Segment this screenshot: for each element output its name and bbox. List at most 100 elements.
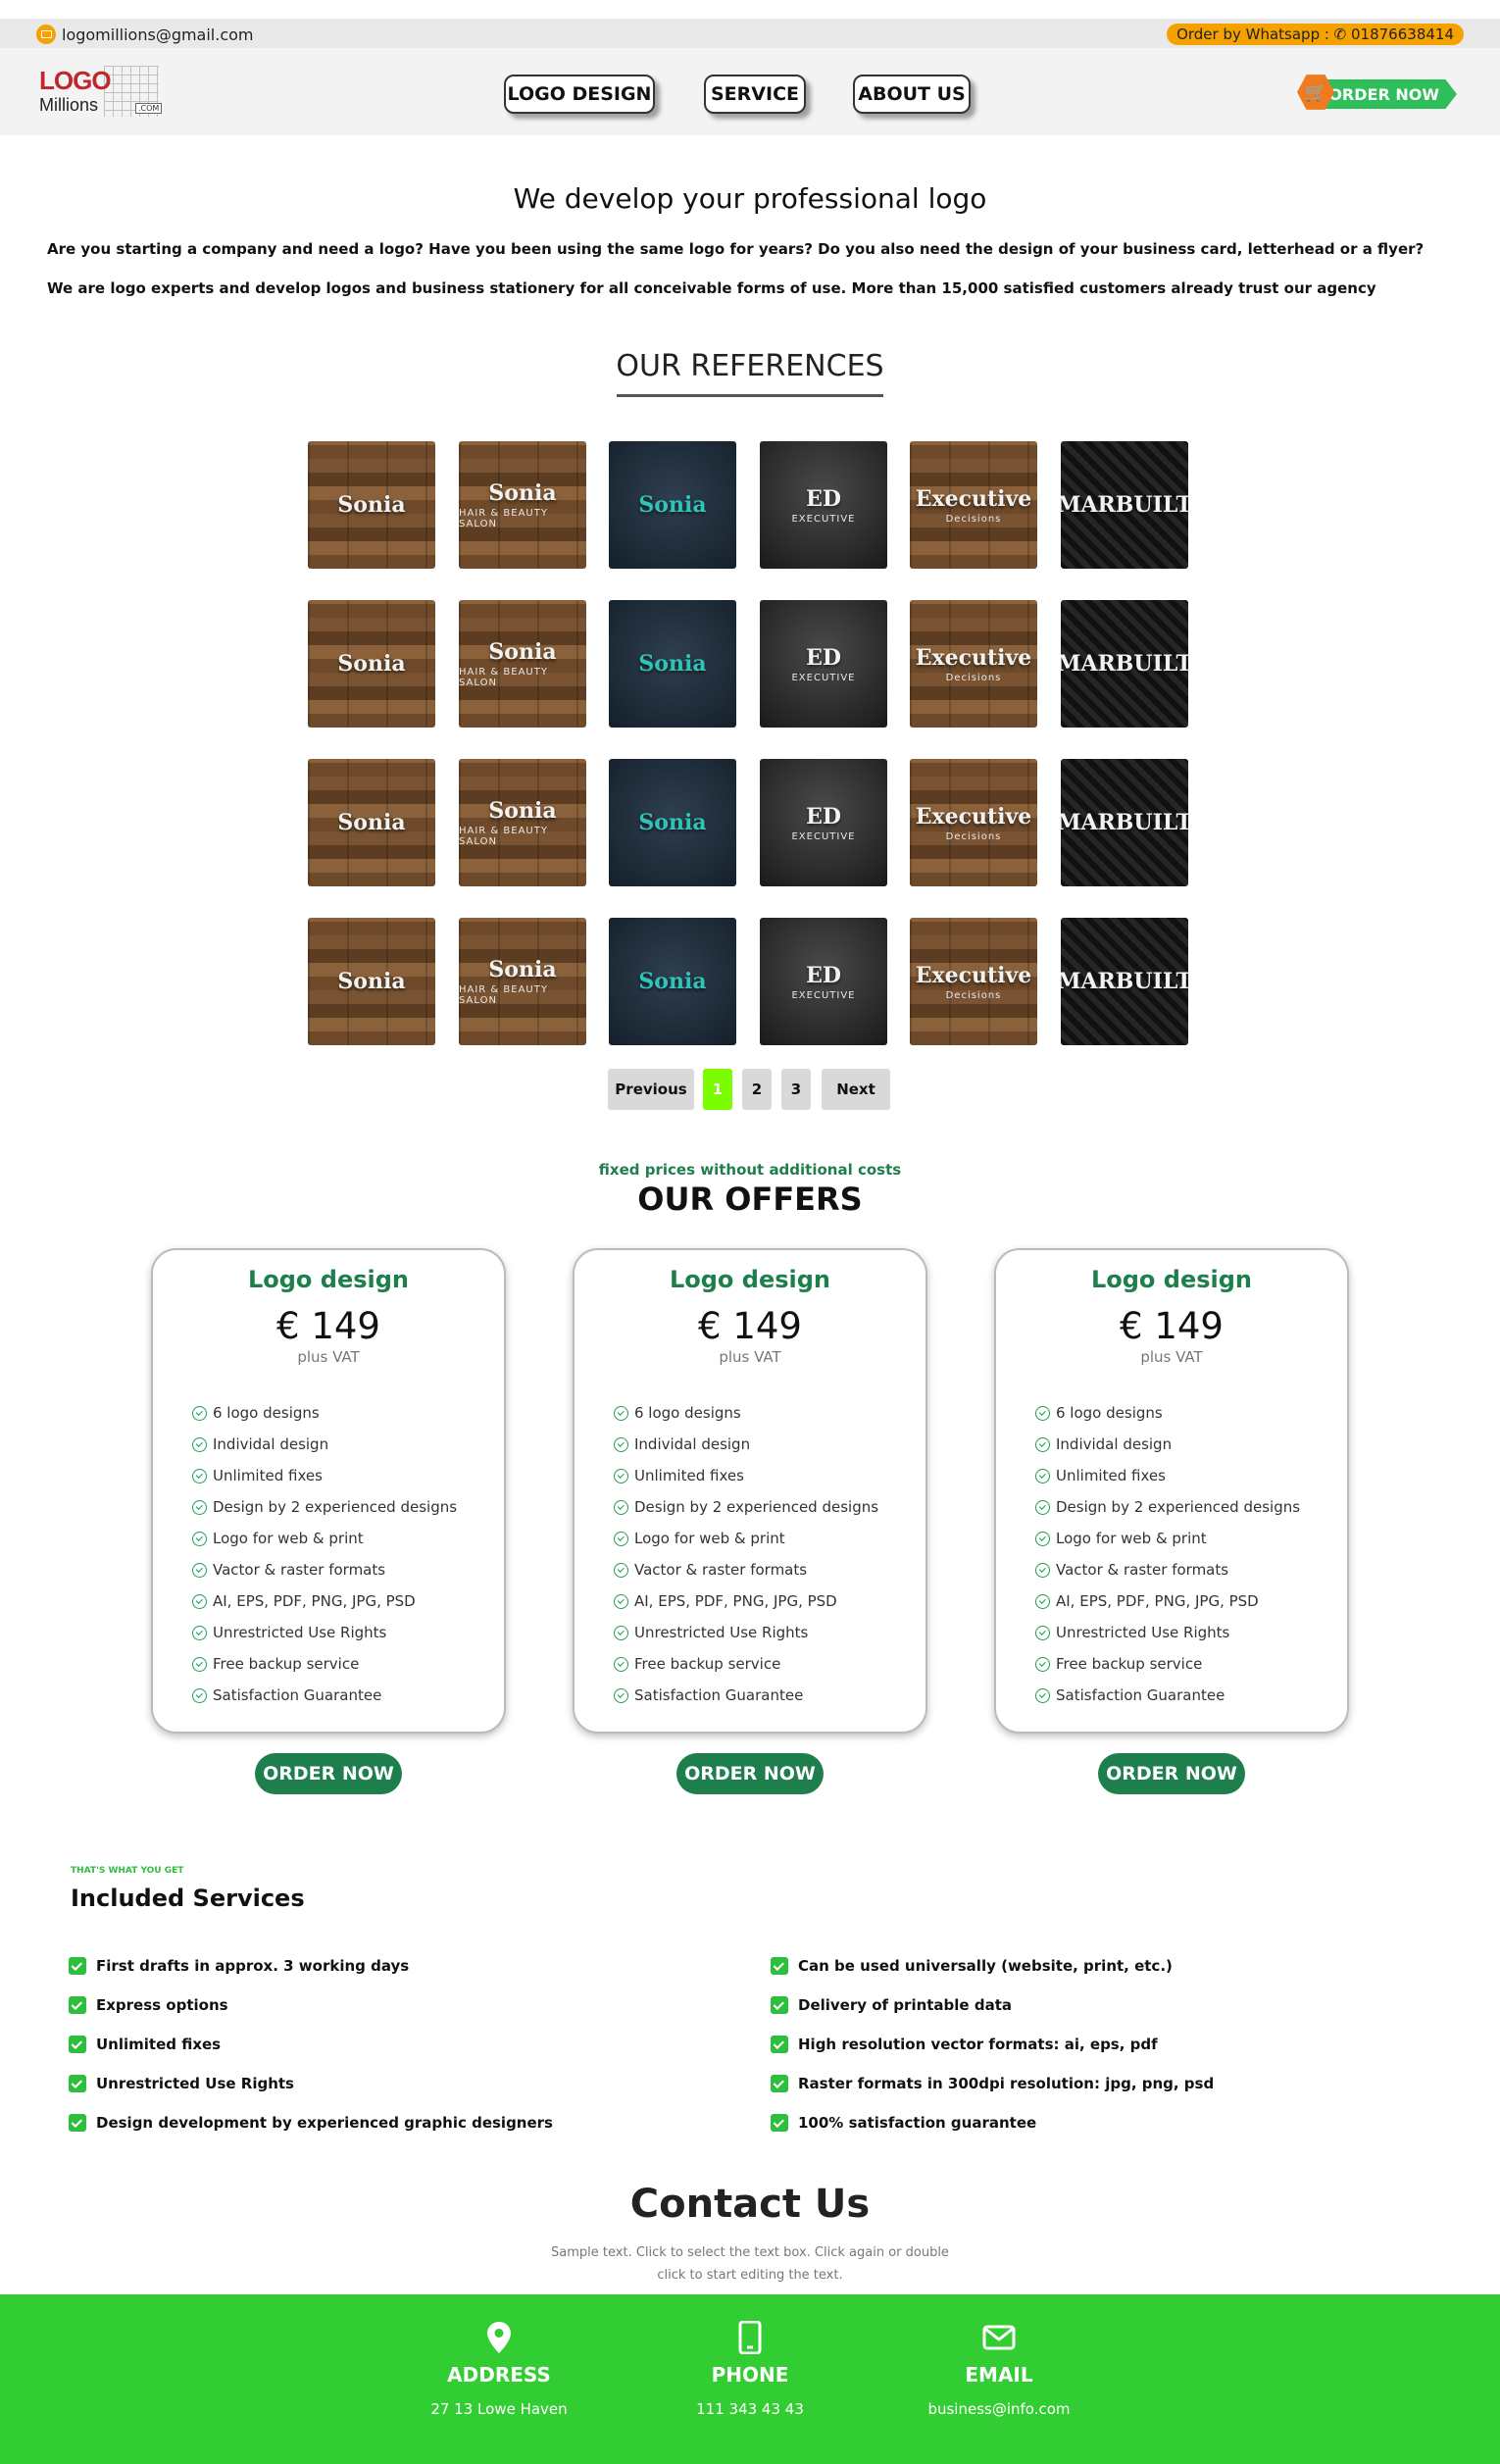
offer-feature-text: Vactor & raster formats: [634, 1561, 808, 1579]
offer-feature: Design by 2 experienced designs: [614, 1491, 878, 1523]
reference-thumbnail[interactable]: MARBUILT: [1061, 600, 1188, 728]
nav-logo-design[interactable]: LOGO DESIGN: [504, 75, 655, 114]
offer-feature-text: Unlimited fixes: [1056, 1467, 1166, 1484]
reference-logo-mark: Sonia: [488, 480, 557, 506]
offer-feature: Design by 2 experienced designs: [1035, 1491, 1300, 1523]
reference-thumbnail[interactable]: Sonia HAIR & BEAUTY SALON: [459, 918, 586, 1045]
check-circle-icon: [192, 1499, 207, 1515]
check-circle-icon: [614, 1593, 628, 1609]
reference-thumbnail[interactable]: Sonia: [609, 441, 736, 569]
offer-feature: Satisfaction Guarantee: [192, 1680, 457, 1711]
pager-previous[interactable]: Previous: [608, 1069, 694, 1110]
check-circle-icon: [614, 1468, 628, 1483]
footer-phone-value[interactable]: 111 343 43 43: [623, 2400, 877, 2418]
offer-vat-note: plus VAT: [1140, 1348, 1203, 1366]
offer-feature-text: Logo for web & print: [213, 1530, 364, 1547]
site-logo[interactable]: LOGO Millions .COM: [39, 66, 163, 121]
offer-vat-note: plus VAT: [297, 1348, 360, 1366]
phone-icon: [623, 2318, 877, 2357]
reference-logo-mark: Executive: [915, 644, 1032, 671]
reference-thumbnail[interactable]: Sonia HAIR & BEAUTY SALON: [459, 600, 586, 728]
pager-page-2[interactable]: 2: [742, 1069, 772, 1110]
whatsapp-order-badge[interactable]: Order by Whatsapp : ✆ 01876638414: [1167, 24, 1464, 45]
contact-subtext: Sample text. Click to select the text bo…: [551, 2245, 949, 2283]
reference-thumbnail[interactable]: ED EXECUTIVE: [760, 918, 887, 1045]
footer-email-value[interactable]: business@info.com: [872, 2400, 1126, 2418]
offer-order-now-button[interactable]: ORDER NOW: [1098, 1753, 1245, 1794]
checkbox-checked-icon: [69, 2114, 86, 2132]
checkbox-checked-icon: [69, 2036, 86, 2053]
offer-feature-text: AI, EPS, PDF, PNG, JPG, PSD: [1056, 1592, 1259, 1610]
reference-thumbnail[interactable]: MARBUILT: [1061, 918, 1188, 1045]
reference-thumbnail[interactable]: ED EXECUTIVE: [760, 759, 887, 886]
check-circle-icon: [614, 1531, 628, 1546]
service-item-text: Unlimited fixes: [96, 2036, 222, 2053]
pager-page-1[interactable]: 1: [703, 1069, 732, 1110]
offer-feature-text: 6 logo designs: [634, 1404, 741, 1422]
checkbox-checked-icon: [771, 2036, 788, 2053]
reference-thumbnail[interactable]: ED EXECUTIVE: [760, 441, 887, 569]
check-circle-icon: [192, 1593, 207, 1609]
offer-feature-text: Satisfaction Guarantee: [634, 1686, 804, 1704]
reference-thumbnail[interactable]: Sonia: [308, 600, 435, 728]
service-item-text: Can be used universally (website, print,…: [798, 1957, 1173, 1975]
offer-order-now-button[interactable]: ORDER NOW: [676, 1753, 824, 1794]
reference-thumbnail[interactable]: MARBUILT: [1061, 759, 1188, 886]
offer-feature: Individal design: [614, 1429, 878, 1460]
references-underline: [617, 394, 883, 397]
top-email[interactable]: logomillions@gmail.com: [36, 25, 254, 44]
check-circle-icon: [1035, 1499, 1050, 1515]
offer-card: Logo design € 149 plus VAT 6 logo designs In…: [151, 1248, 506, 1734]
service-item: Raster formats in 300dpi resolution: jpg…: [771, 2064, 1214, 2103]
check-circle-icon: [614, 1625, 628, 1640]
offer-feature-text: Unrestricted Use Rights: [634, 1624, 809, 1641]
reference-thumbnail[interactable]: Executive Decisions: [910, 441, 1037, 569]
reference-thumbnail[interactable]: Sonia HAIR & BEAUTY SALON: [459, 441, 586, 569]
footer-address-value: 27 13 Lowe Haven: [430, 2400, 568, 2418]
reference-thumbnail[interactable]: MARBUILT: [1061, 441, 1188, 569]
nav-about-us[interactable]: ABOUT US: [853, 75, 971, 114]
check-circle-icon: [1035, 1531, 1050, 1546]
offer-feature: Individal design: [192, 1429, 457, 1460]
reference-thumbnail[interactable]: Executive Decisions: [910, 918, 1037, 1045]
reference-logo-sub: HAIR & BEAUTY SALON: [459, 508, 548, 529]
reference-thumbnail[interactable]: Sonia: [609, 759, 736, 886]
reference-thumbnail[interactable]: Sonia: [308, 759, 435, 886]
service-item: Unlimited fixes: [69, 2025, 553, 2064]
reference-logo-sub: HAIR & BEAUTY SALON: [459, 667, 548, 688]
offers-title: OUR OFFERS: [637, 1181, 863, 1218]
reference-thumbnail[interactable]: Sonia: [308, 441, 435, 569]
offer-vat-note: plus VAT: [719, 1348, 781, 1366]
service-item: High resolution vector formats: ai, eps,…: [771, 2025, 1214, 2064]
reference-thumbnail[interactable]: Sonia: [609, 600, 736, 728]
check-circle-icon: [614, 1405, 628, 1421]
reference-logo-sub: Decisions: [945, 830, 1002, 842]
reference-thumbnail[interactable]: Sonia: [609, 918, 736, 1045]
offer-price: € 149: [698, 1305, 802, 1347]
check-circle-icon: [1035, 1405, 1050, 1421]
reference-thumbnail[interactable]: ED EXECUTIVE: [760, 600, 887, 728]
reference-logo-mark: Sonia: [488, 639, 557, 665]
offer-feature: 6 logo designs: [192, 1397, 457, 1429]
reference-thumbnail[interactable]: Executive Decisions: [910, 759, 1037, 886]
reference-thumbnail[interactable]: Executive Decisions: [910, 600, 1037, 728]
offer-feature: Free backup service: [614, 1648, 878, 1680]
reference-logo-mark: Executive: [915, 485, 1032, 512]
service-item-text: High resolution vector formats: ai, eps,…: [798, 2036, 1158, 2053]
header-order-now-button[interactable]: ORDER NOW 🛒: [1297, 74, 1462, 111]
pager-page-3[interactable]: 3: [781, 1069, 811, 1110]
pager-next[interactable]: Next: [822, 1069, 890, 1110]
location-pin-icon: [372, 2318, 626, 2357]
reference-thumbnail[interactable]: Sonia HAIR & BEAUTY SALON: [459, 759, 586, 886]
offer-feature-text: Individal design: [1056, 1435, 1173, 1453]
reference-thumbnail[interactable]: Sonia: [308, 918, 435, 1045]
offer-feature-text: Unlimited fixes: [634, 1467, 744, 1484]
reference-logo-mark: ED: [806, 485, 841, 512]
offer-order-now-button[interactable]: ORDER NOW: [255, 1753, 402, 1794]
offer-feature: Unlimited fixes: [614, 1460, 878, 1491]
services-kicker: THAT'S WHAT YOU GET: [71, 1866, 184, 1876]
reference-logo-mark: MARBUILT: [1061, 969, 1188, 994]
mail-icon: [36, 25, 56, 44]
offer-title: Logo design: [1090, 1266, 1253, 1293]
nav-service[interactable]: SERVICE: [704, 75, 806, 114]
